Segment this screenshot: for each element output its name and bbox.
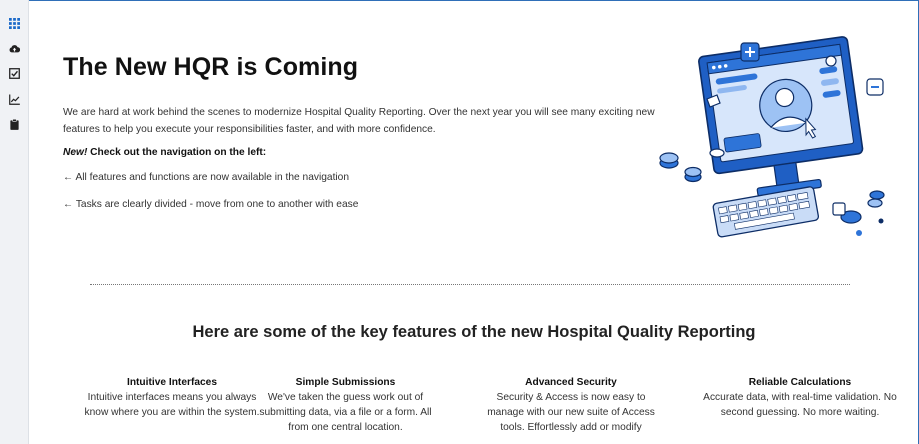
clipboard-icon — [9, 118, 19, 130]
main-content: The New HQR is Coming We are hard at wor… — [30, 0, 918, 444]
feature-description: Accurate data, with real-time validation… — [703, 392, 897, 418]
new-label: New! — [63, 147, 88, 158]
feature-card-advanced-security: Advanced Security Security & Access is n… — [482, 375, 660, 435]
page-title: The New HQR is Coming — [63, 53, 359, 81]
section-divider — [90, 284, 850, 285]
feature-description: Security & Access is now easy to manage … — [487, 392, 655, 433]
sidebar-item-dashboard[interactable] — [3, 12, 25, 34]
feature-title: Intuitive Interfaces — [126, 377, 218, 388]
feature-card-simple-submissions: Simple Submissions We've taken the guess… — [258, 375, 433, 435]
intro-text: We are hard at work behind the scenes to… — [63, 107, 655, 135]
feature-title: Simple Submissions — [295, 377, 396, 388]
new-notice-text: Check out the navigation on the left: — [87, 147, 267, 158]
feature-description: Intuitive interfaces means you always kn… — [84, 392, 260, 418]
nav-note-2: ← Tasks are clearly divided - move from … — [63, 199, 359, 210]
feature-title: Advanced Security — [525, 377, 617, 388]
nav-note-1: ← All features and functions are now ava… — [63, 172, 349, 183]
sidebar-item-tasks[interactable] — [3, 62, 25, 84]
computer-illustration — [659, 36, 885, 238]
sidebar-item-administration[interactable] — [3, 113, 25, 135]
feature-card-intuitive-interfaces: Intuitive Interfaces Intuitive interface… — [82, 375, 262, 420]
cloud-upload-icon — [9, 44, 20, 52]
sidebar-item-data-submissions[interactable] — [3, 37, 25, 59]
feature-title: Reliable Calculations — [748, 377, 852, 388]
sidebar-nav — [0, 0, 29, 444]
checkbox-icon — [8, 67, 20, 79]
line-chart-icon — [8, 93, 20, 105]
grid-icon — [8, 17, 20, 29]
sidebar-item-reports[interactable] — [3, 88, 25, 110]
feature-description: We've taken the guess work out of submit… — [259, 392, 432, 433]
feature-card-reliable-calculations: Reliable Calculations Accurate data, wit… — [702, 375, 898, 420]
new-notice: New! Check out the navigation on the lef… — [63, 147, 266, 158]
features-heading: Here are some of the key features of the… — [192, 323, 756, 341]
